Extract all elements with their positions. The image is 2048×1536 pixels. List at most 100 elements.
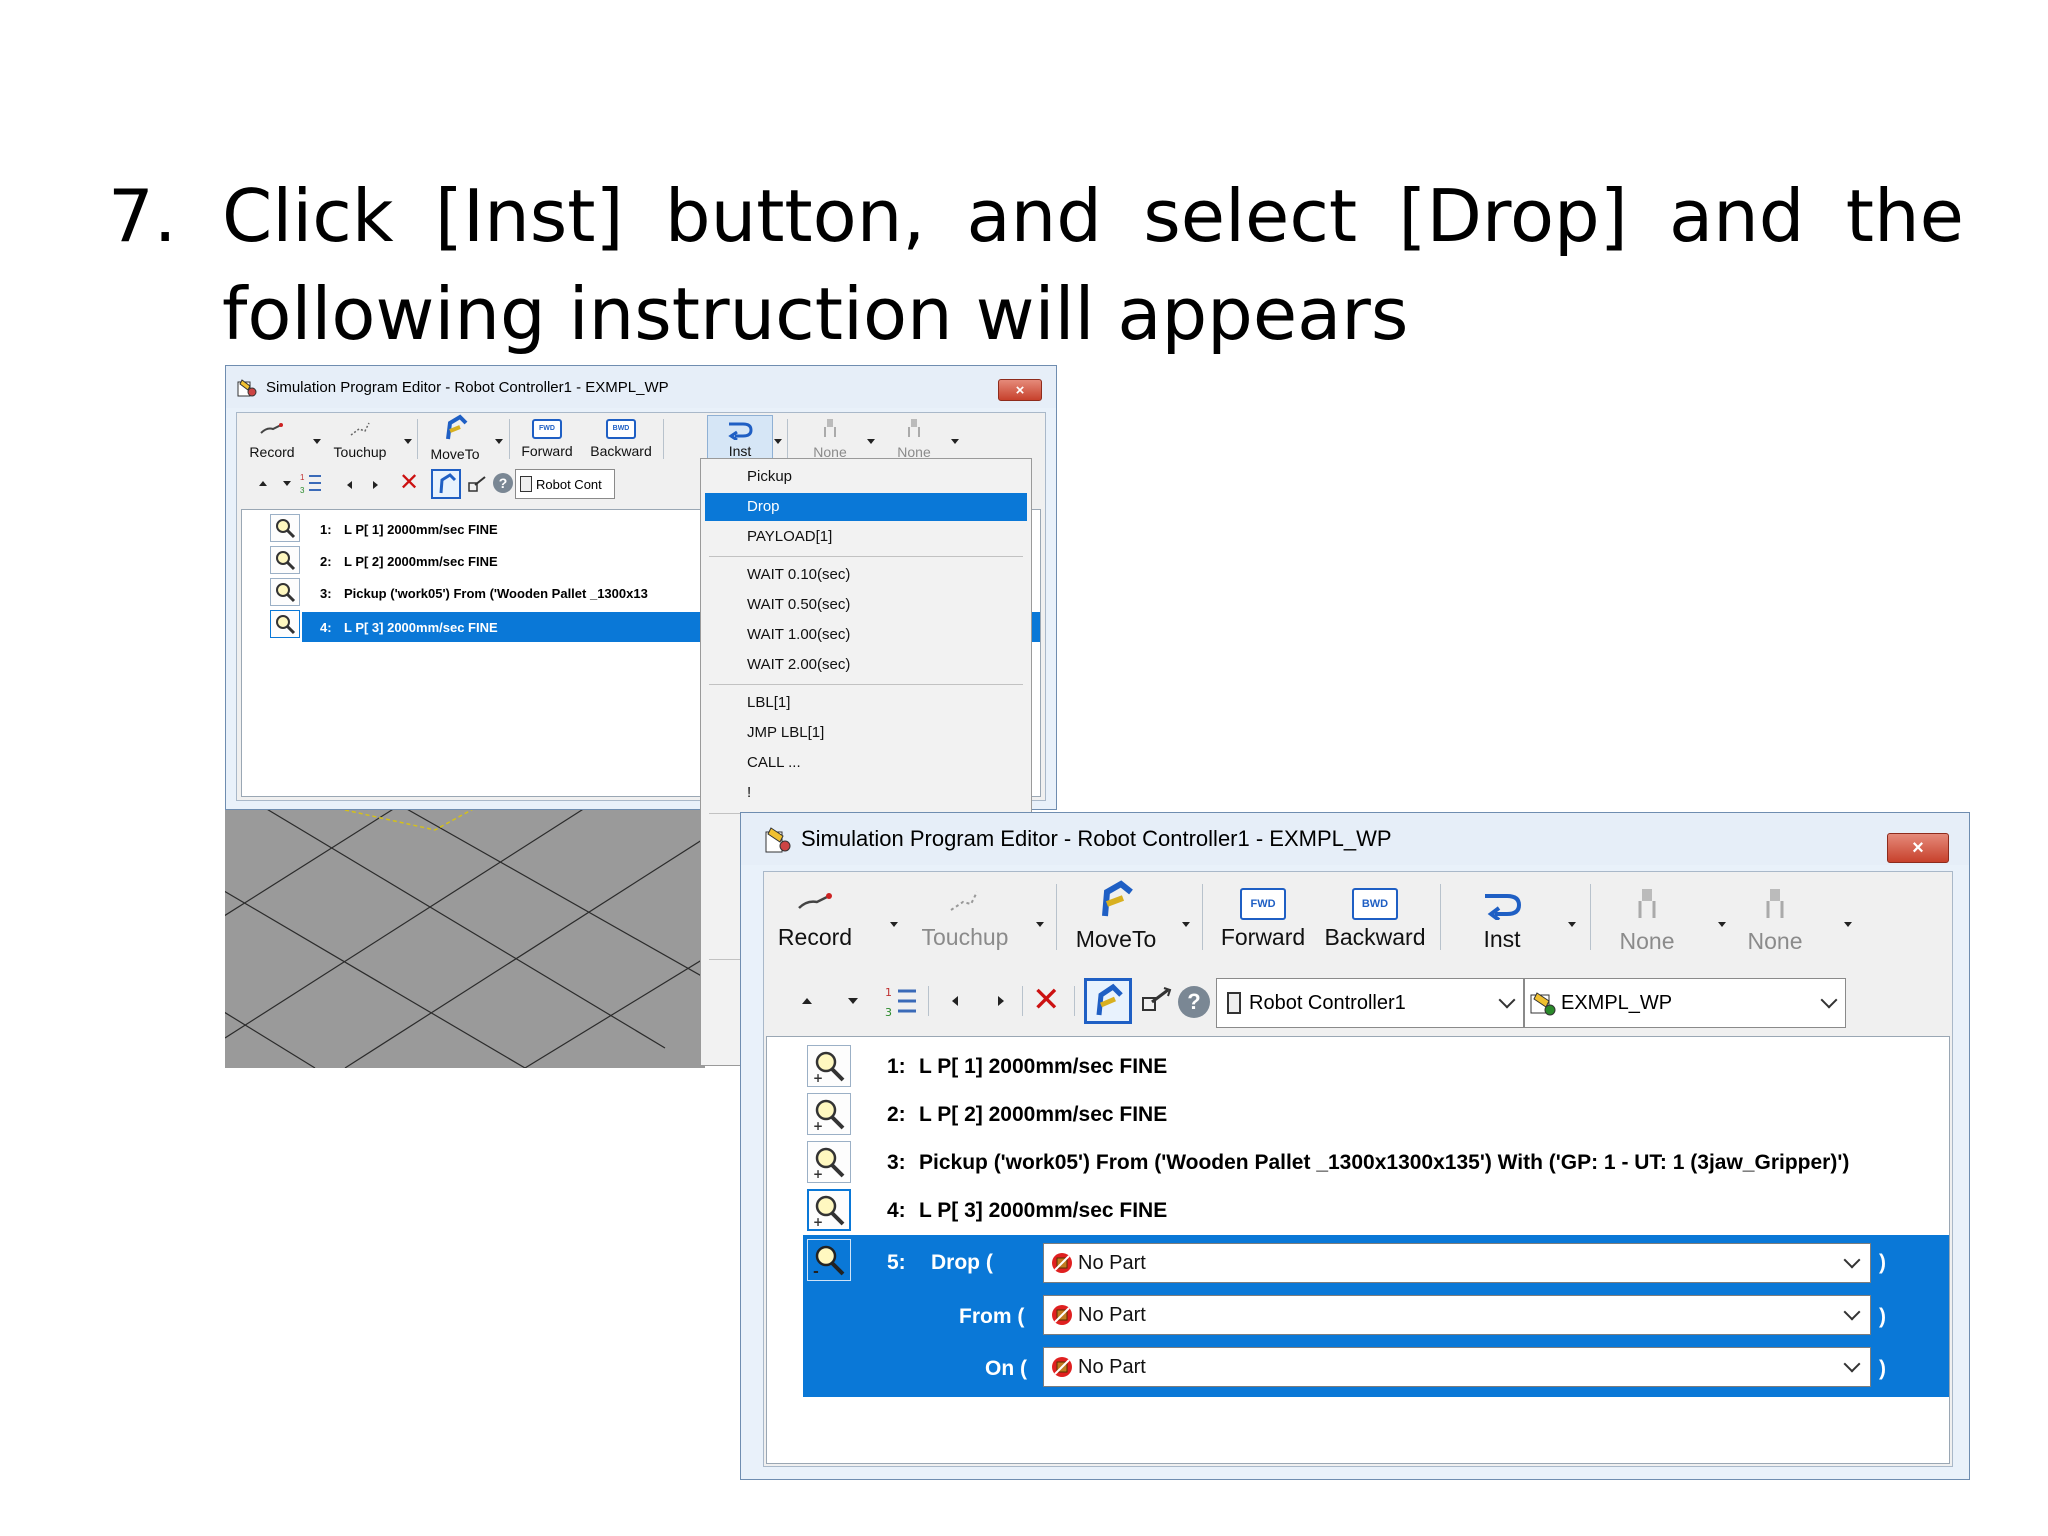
line-lookup-button[interactable]: + [807, 1141, 851, 1183]
title-bar[interactable]: Simulation Program Editor - Robot Contro… [741, 813, 1969, 865]
line-lookup-button[interactable] [270, 578, 300, 606]
help-icon[interactable]: ? [1178, 986, 1210, 1018]
chevron-down-icon[interactable] [1498, 991, 1516, 1009]
line-text: L P[ 3] 2000mm/sec FINE [344, 619, 498, 635]
on-part-select[interactable]: No Part [1043, 1347, 1871, 1387]
chevron-down-icon[interactable] [1182, 922, 1190, 927]
magnifier-icon [276, 551, 296, 571]
chevron-down-icon[interactable] [951, 439, 959, 444]
record-button[interactable]: Record [241, 417, 303, 460]
controller-select[interactable]: Robot Cont [515, 469, 615, 499]
move-up-icon[interactable] [259, 481, 267, 486]
menu-item-wait-200[interactable]: WAIT 2.00(sec) [705, 651, 1027, 679]
toolbar-divider [928, 986, 929, 1016]
drop-instruction-block[interactable]: - 5: Drop ( No Part ) From ( No Part ) O… [803, 1235, 1949, 1397]
menu-item-jmp-lbl[interactable]: JMP LBL[1] [705, 719, 1027, 747]
heading-line-2: following instruction will appears [222, 272, 1409, 356]
chevron-down-icon[interactable] [1820, 991, 1838, 1009]
chevron-down-icon[interactable] [1843, 1303, 1861, 1321]
chevron-down-icon[interactable] [404, 439, 412, 444]
simulation-viewport[interactable] [225, 808, 705, 1068]
heading-word: the [1845, 174, 1964, 258]
menu-item-call[interactable]: CALL ... [705, 749, 1027, 777]
program-line[interactable]: 4: L P[ 3] 2000mm/sec FINE [867, 1195, 1949, 1227]
prev-icon[interactable] [952, 996, 958, 1006]
chevron-down-icon[interactable] [1844, 922, 1852, 927]
forward-button[interactable]: FWD Forward [513, 417, 581, 459]
line-lookup-button[interactable]: - [807, 1239, 851, 1281]
touchup-small-icon[interactable] [1140, 984, 1174, 1023]
next-icon[interactable] [373, 481, 378, 489]
renumber-icon[interactable]: 13 [299, 471, 323, 500]
moveto-toggle-icon[interactable] [431, 469, 461, 499]
line-lookup-button[interactable]: + [807, 1093, 851, 1135]
backward-button[interactable]: BWD Backward [1320, 886, 1430, 951]
delete-icon[interactable]: ✕ [399, 471, 419, 495]
moveto-button[interactable]: MoveTo [423, 413, 487, 462]
menu-item-wait-050[interactable]: WAIT 0.50(sec) [705, 591, 1027, 619]
menu-item-wait-100[interactable]: WAIT 1.00(sec) [705, 621, 1027, 649]
menu-item-lbl[interactable]: LBL[1] [705, 689, 1027, 717]
controller-select[interactable]: Robot Controller1 [1216, 978, 1524, 1028]
backward-button[interactable]: BWD Backward [583, 417, 659, 459]
touchup-button[interactable]: Touchup [325, 417, 395, 460]
chevron-down-icon[interactable] [1843, 1251, 1861, 1269]
inst-button[interactable]: Inst [1452, 886, 1552, 953]
controller-select-value: Robot Cont [536, 476, 602, 492]
close-button[interactable]: × [998, 379, 1042, 401]
none-button-2[interactable]: None [887, 417, 941, 460]
move-up-icon[interactable] [802, 998, 812, 1004]
none-button-1[interactable]: None [805, 417, 855, 460]
chevron-down-icon[interactable] [495, 439, 503, 444]
chevron-down-icon[interactable] [774, 439, 782, 444]
chevron-down-icon[interactable] [890, 922, 898, 927]
prev-icon[interactable] [347, 481, 352, 489]
program-line[interactable]: 1: L P[ 1] 2000mm/sec FINE [867, 1051, 1949, 1083]
record-icon [798, 893, 832, 909]
chevron-down-icon[interactable] [1843, 1355, 1861, 1373]
move-down-icon[interactable] [848, 998, 858, 1004]
line-lookup-button[interactable] [270, 514, 300, 542]
forward-label: Forward [521, 443, 573, 459]
program-list[interactable]: + + + + 1: L P[ 1] 2000mm/sec FINE 2: L … [766, 1036, 1950, 1464]
moveto-button[interactable]: MoveTo [1064, 878, 1168, 953]
none-button-2[interactable]: None [1732, 886, 1818, 955]
close-button[interactable]: × [1887, 833, 1949, 863]
title-bar[interactable]: Simulation Program Editor - Robot Contro… [226, 366, 1056, 408]
chevron-down-icon[interactable] [1718, 922, 1726, 927]
program-select[interactable]: EXMPL_WP [1524, 978, 1846, 1028]
line-lookup-button[interactable] [270, 610, 300, 638]
program-line[interactable]: 3: Pickup ('work05') From ('Wooden Palle… [867, 1147, 1949, 1179]
help-icon[interactable]: ? [493, 473, 513, 493]
line-lookup-button[interactable]: + [807, 1189, 851, 1231]
program-line[interactable]: 2: L P[ 2] 2000mm/sec FINE [867, 1099, 1949, 1131]
menu-item-payload[interactable]: PAYLOAD[1] [705, 523, 1027, 551]
menu-item-drop[interactable]: Drop [705, 493, 1027, 521]
chevron-down-icon[interactable] [313, 439, 321, 444]
delete-icon[interactable]: ✕ [1032, 982, 1061, 1018]
move-down-icon[interactable] [283, 481, 291, 486]
controller-select-value: Robot Controller1 [1249, 991, 1406, 1014]
step-number: 7. [108, 174, 177, 258]
touchup-button[interactable]: Touchup [910, 886, 1020, 951]
forward-button[interactable]: FWD Forward [1208, 886, 1318, 951]
next-icon[interactable] [998, 996, 1004, 1006]
touchup-small-icon[interactable] [467, 473, 489, 500]
chevron-down-icon[interactable] [867, 439, 875, 444]
program-editor-window-front[interactable]: Simulation Program Editor - Robot Contro… [740, 812, 1970, 1480]
chevron-down-icon[interactable] [1568, 922, 1576, 927]
drop-part-select[interactable]: No Part [1043, 1243, 1871, 1283]
none-button-1[interactable]: None [1604, 886, 1690, 955]
line-lookup-button[interactable] [270, 546, 300, 574]
menu-item-pickup[interactable]: Pickup [705, 463, 1027, 491]
menu-item-comment[interactable]: ! [705, 779, 1027, 807]
chevron-down-icon[interactable] [1036, 922, 1044, 927]
menu-item-wait-010[interactable]: WAIT 0.10(sec) [705, 561, 1027, 589]
from-part-select[interactable]: No Part [1043, 1295, 1871, 1335]
program-icon [1529, 989, 1557, 1017]
inst-button[interactable]: Inst [707, 415, 773, 463]
moveto-toggle-icon[interactable] [1084, 978, 1132, 1024]
record-button[interactable]: Record [770, 886, 860, 951]
line-lookup-button[interactable]: + [807, 1045, 851, 1087]
renumber-icon[interactable]: 13 [884, 984, 918, 1023]
